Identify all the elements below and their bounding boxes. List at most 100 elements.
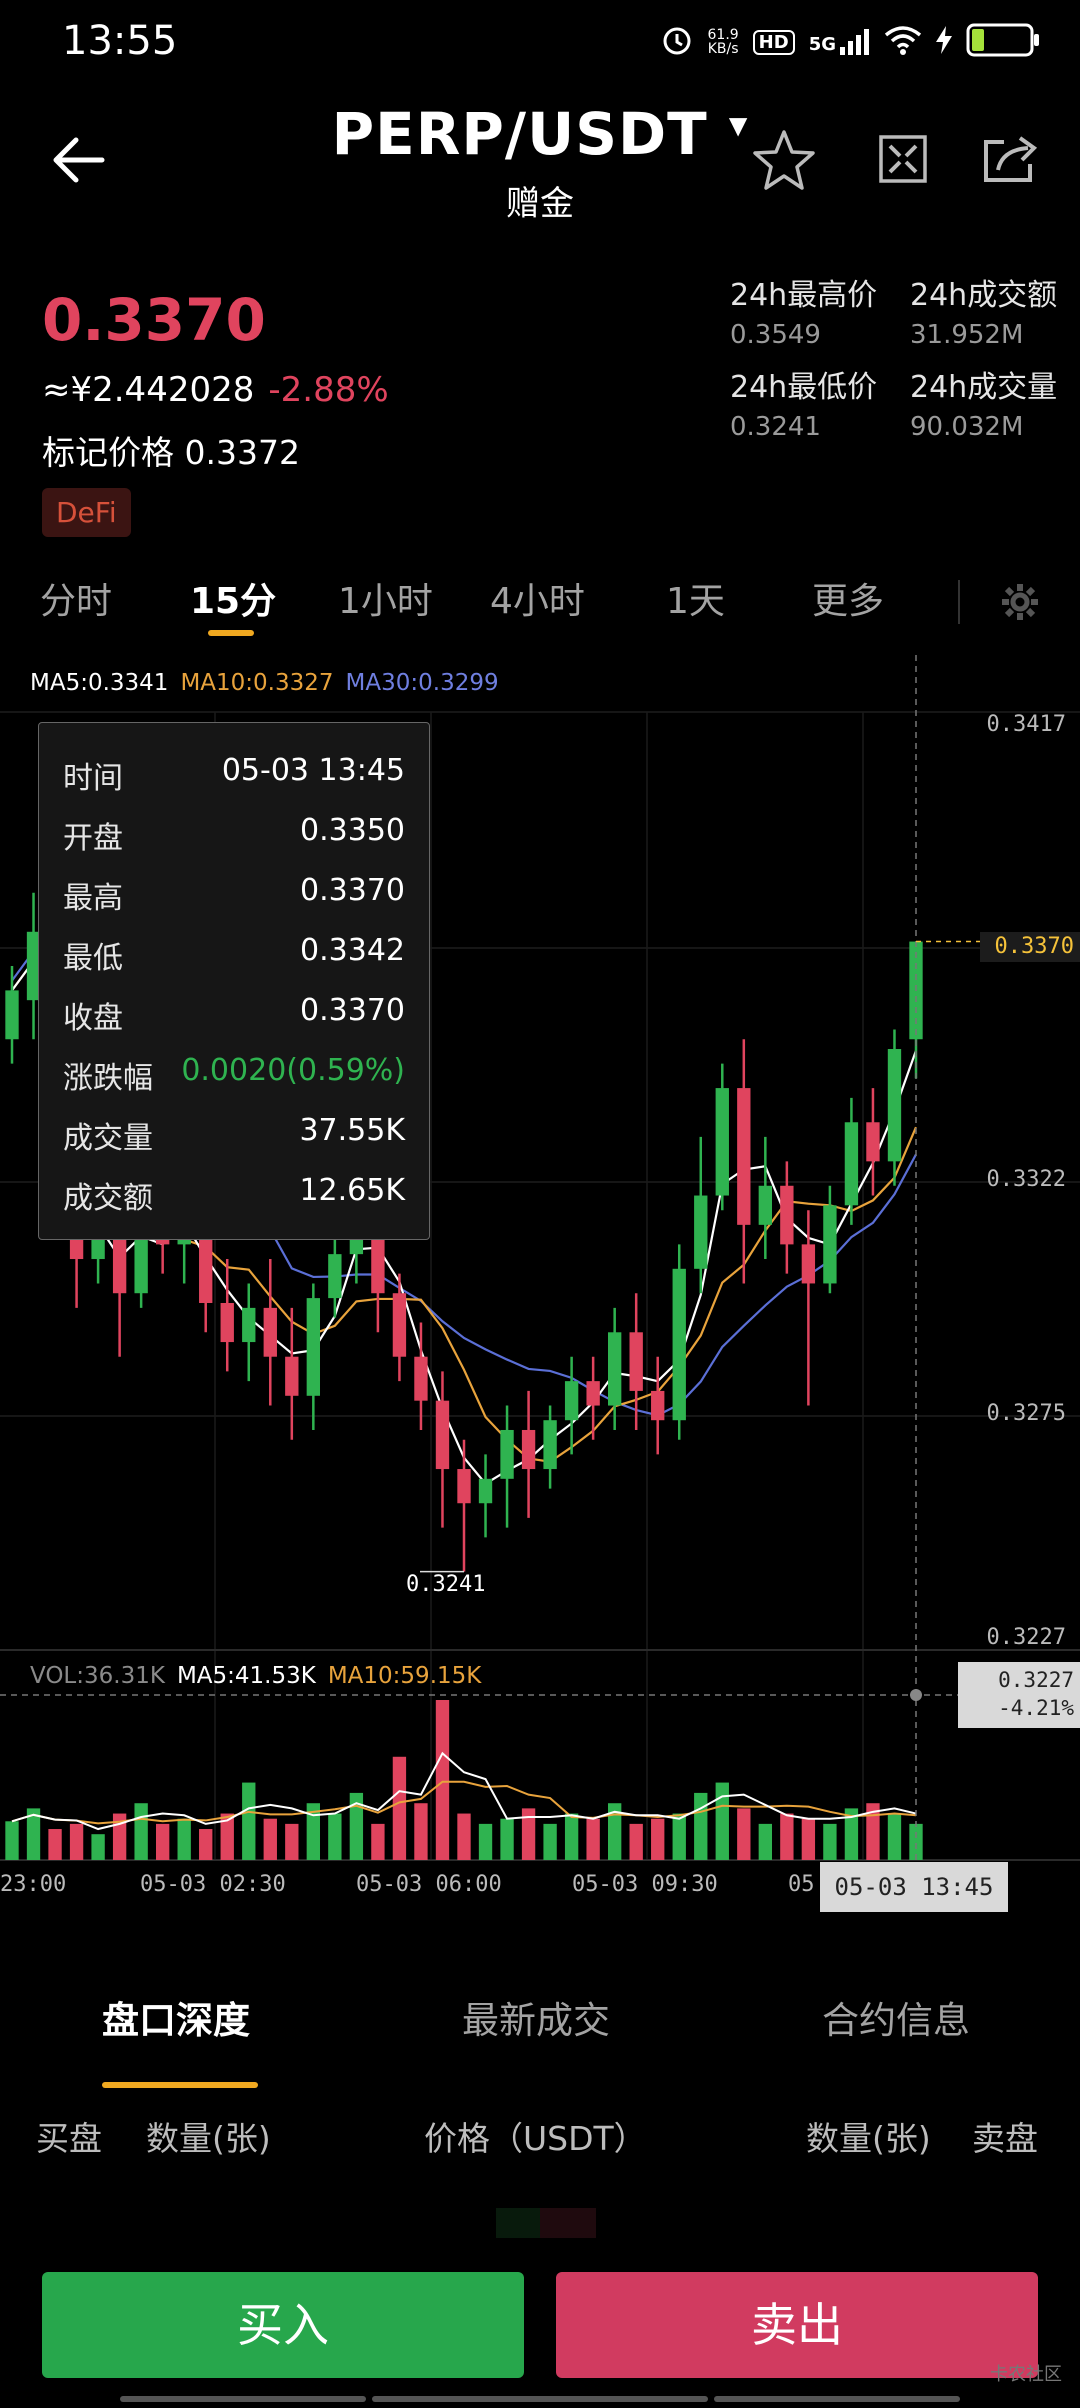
volume-bar	[694, 1792, 708, 1860]
volume-bar	[457, 1813, 471, 1860]
network-type: 5G	[808, 34, 836, 55]
volume-bar	[823, 1823, 837, 1860]
sell-button[interactable]: 卖出	[556, 2272, 1038, 2378]
tt-low-label: 最低	[63, 941, 123, 976]
price-axis-label: 0.3417	[986, 712, 1066, 737]
share-button[interactable]	[982, 134, 1040, 184]
candle-body	[435, 1400, 450, 1470]
volume-bar	[651, 1818, 665, 1860]
candle-body	[543, 1420, 557, 1470]
tab-contract-info[interactable]: 合约信息	[822, 1990, 970, 2044]
detail-tab-indicator	[102, 2082, 258, 2088]
tab-divider	[958, 580, 960, 624]
volume-bar	[414, 1803, 428, 1860]
category-tag[interactable]: DeFi	[42, 488, 131, 537]
battery-icon	[966, 23, 1040, 61]
tab-active-indicator	[208, 630, 254, 636]
depth-bar-bid	[496, 2208, 540, 2238]
candle-body	[306, 1298, 321, 1396]
volume-value: 90.032M	[910, 412, 1024, 442]
tab-latest-trades[interactable]: 最新成交	[462, 1990, 610, 2044]
volume-bar	[543, 1823, 557, 1860]
volume-bar	[801, 1818, 816, 1860]
cny-price: ≈¥2.442028	[42, 370, 255, 410]
candle-body	[414, 1356, 428, 1401]
volume-bar	[500, 1818, 514, 1860]
volume-bar	[155, 1823, 170, 1860]
candle-body	[866, 1122, 880, 1162]
candle-body	[651, 1390, 665, 1421]
candle-body	[500, 1429, 514, 1479]
net-speed-unit: KB/s	[707, 41, 739, 57]
interval-tabs: 分时 15分 1小时 4小时 1天 更多	[0, 572, 1080, 642]
volume-bar	[177, 1818, 191, 1860]
candle-body	[457, 1469, 471, 1504]
tab-4h[interactable]: 4小时	[490, 572, 585, 624]
candle-body	[844, 1122, 859, 1206]
candle-body	[521, 1429, 536, 1470]
volume-bar	[263, 1818, 277, 1860]
ask-qty-header: 数量(张)	[806, 2119, 931, 2158]
vol-ma10-label: MA10:59.15K	[327, 1663, 482, 1689]
ma5-label: MA5:0.3341	[30, 670, 169, 696]
ask-header: 卖盘	[972, 2119, 1038, 2158]
volume-bar	[758, 1823, 773, 1860]
low-label: 24h最低价	[730, 370, 878, 405]
candle-body	[328, 1254, 342, 1299]
time-axis-label: 05-03 02:30	[140, 1872, 286, 1897]
volume-bar	[435, 1700, 450, 1860]
chart-settings-button[interactable]	[1000, 582, 1040, 622]
price-axis-label: 0.3275	[986, 1401, 1066, 1426]
tab-1h[interactable]: 1小时	[338, 572, 433, 624]
candle-body	[780, 1185, 794, 1245]
low-marker-label: 0.3241	[406, 1572, 486, 1597]
candle-body	[392, 1293, 407, 1357]
volume-bar	[586, 1818, 600, 1860]
low-value: 0.3241	[730, 412, 821, 442]
favorite-button[interactable]	[752, 128, 816, 192]
tab-more[interactable]: 更多	[812, 572, 884, 624]
tt-open-value: 0.3350	[300, 813, 405, 848]
volume-bar	[564, 1813, 579, 1860]
crosshair-time-tag: 05-03 13:45	[820, 1862, 1008, 1912]
tab-15m[interactable]: 15分	[190, 572, 276, 624]
gear-icon	[1002, 584, 1038, 620]
share-icon	[984, 136, 1038, 182]
candle-body	[285, 1356, 299, 1396]
tt-high-value: 0.3370	[300, 873, 405, 908]
volume-bar	[715, 1782, 729, 1860]
price-axis-label: 0.3227	[986, 1625, 1066, 1650]
candle-body	[715, 1088, 729, 1196]
candle-body	[823, 1205, 837, 1284]
status-icons: 61.9 KB/s HD 5G	[660, 22, 1041, 62]
volume-bar	[629, 1823, 643, 1860]
hd-icon: HD	[752, 29, 795, 55]
signal-icon: 5G	[809, 29, 870, 55]
buy-button[interactable]: 买入	[42, 2272, 524, 2378]
nav-bar-segment	[120, 2396, 366, 2402]
candle-body	[478, 1478, 493, 1504]
tt-time-label: 时间	[63, 761, 123, 796]
volume-bar	[737, 1808, 751, 1860]
turnover-value: 31.952M	[910, 320, 1024, 350]
candle-body	[242, 1307, 256, 1343]
volume-bar	[780, 1813, 794, 1860]
vol-ma5-label: MA5:41.53K	[176, 1663, 316, 1689]
charging-icon	[936, 26, 952, 58]
tt-volume-label: 成交量	[63, 1121, 153, 1156]
watermark: 卡农社区	[990, 2364, 1062, 2385]
time-axis-label: 05-03 09:30	[572, 1872, 718, 1897]
fullscreen-button[interactable]	[878, 134, 928, 184]
volume-bar	[48, 1829, 62, 1860]
volume-bar	[285, 1823, 299, 1860]
tt-amount-label: 成交额	[63, 1181, 153, 1216]
tab-timeshare[interactable]: 分时	[40, 572, 112, 624]
tab-order-depth[interactable]: 盘口深度	[102, 1990, 250, 2044]
volume-bar	[392, 1756, 407, 1860]
tab-1d[interactable]: 1天	[666, 572, 725, 624]
candle-tooltip: 时间 05-03 13:45 开盘 0.3350 最高 0.3370 最低 0.3342…	[38, 722, 430, 1240]
tt-low-value: 0.3342	[300, 933, 405, 968]
current-price-tag: 0.3370	[980, 932, 1080, 962]
time-axis-label: 05-03 06:00	[356, 1872, 502, 1897]
tt-time-value: 05-03 13:45	[221, 753, 405, 788]
